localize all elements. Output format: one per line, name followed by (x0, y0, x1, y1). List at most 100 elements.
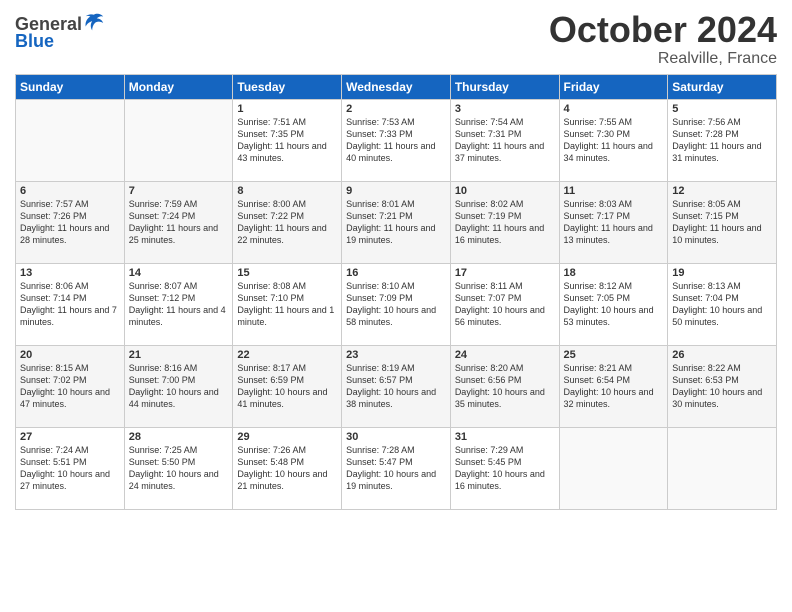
logo-bird-icon (83, 12, 105, 34)
table-row: 16Sunrise: 8:10 AMSunset: 7:09 PMDayligh… (342, 263, 451, 345)
day-number: 18 (564, 267, 664, 279)
day-number: 16 (346, 267, 446, 279)
table-row: 3Sunrise: 7:54 AMSunset: 7:31 PMDaylight… (450, 99, 559, 181)
logo: General Blue (15, 14, 105, 52)
day-number: 8 (237, 185, 337, 197)
day-details: Sunrise: 7:28 AMSunset: 5:47 PMDaylight:… (346, 444, 446, 493)
day-details: Sunrise: 7:55 AMSunset: 7:30 PMDaylight:… (564, 116, 664, 165)
day-number: 6 (20, 185, 120, 197)
calendar-week-row: 27Sunrise: 7:24 AMSunset: 5:51 PMDayligh… (16, 427, 777, 509)
day-details: Sunrise: 7:24 AMSunset: 5:51 PMDaylight:… (20, 444, 120, 493)
table-row: 9Sunrise: 8:01 AMSunset: 7:21 PMDaylight… (342, 181, 451, 263)
table-row: 28Sunrise: 7:25 AMSunset: 5:50 PMDayligh… (124, 427, 233, 509)
table-row: 23Sunrise: 8:19 AMSunset: 6:57 PMDayligh… (342, 345, 451, 427)
day-number: 20 (20, 349, 120, 361)
table-row: 2Sunrise: 7:53 AMSunset: 7:33 PMDaylight… (342, 99, 451, 181)
day-number: 7 (129, 185, 229, 197)
day-details: Sunrise: 8:13 AMSunset: 7:04 PMDaylight:… (672, 280, 772, 329)
day-details: Sunrise: 8:10 AMSunset: 7:09 PMDaylight:… (346, 280, 446, 329)
location: Realville, France (549, 50, 777, 68)
table-row: 11Sunrise: 8:03 AMSunset: 7:17 PMDayligh… (559, 181, 668, 263)
day-number: 17 (455, 267, 555, 279)
title-block: October 2024 Realville, France (549, 10, 777, 68)
day-details: Sunrise: 8:15 AMSunset: 7:02 PMDaylight:… (20, 362, 120, 411)
table-row (16, 99, 125, 181)
day-details: Sunrise: 8:11 AMSunset: 7:07 PMDaylight:… (455, 280, 555, 329)
day-number: 28 (129, 431, 229, 443)
table-row: 7Sunrise: 7:59 AMSunset: 7:24 PMDaylight… (124, 181, 233, 263)
day-number: 27 (20, 431, 120, 443)
table-row: 24Sunrise: 8:20 AMSunset: 6:56 PMDayligh… (450, 345, 559, 427)
table-row: 27Sunrise: 7:24 AMSunset: 5:51 PMDayligh… (16, 427, 125, 509)
day-number: 24 (455, 349, 555, 361)
day-number: 22 (237, 349, 337, 361)
day-number: 31 (455, 431, 555, 443)
table-row: 21Sunrise: 8:16 AMSunset: 7:00 PMDayligh… (124, 345, 233, 427)
day-number: 15 (237, 267, 337, 279)
table-row: 20Sunrise: 8:15 AMSunset: 7:02 PMDayligh… (16, 345, 125, 427)
day-details: Sunrise: 7:26 AMSunset: 5:48 PMDaylight:… (237, 444, 337, 493)
day-details: Sunrise: 8:22 AMSunset: 6:53 PMDaylight:… (672, 362, 772, 411)
table-row: 14Sunrise: 8:07 AMSunset: 7:12 PMDayligh… (124, 263, 233, 345)
col-tuesday: Tuesday (233, 74, 342, 99)
day-details: Sunrise: 8:08 AMSunset: 7:10 PMDaylight:… (237, 280, 337, 329)
day-number: 21 (129, 349, 229, 361)
day-number: 26 (672, 349, 772, 361)
day-details: Sunrise: 7:56 AMSunset: 7:28 PMDaylight:… (672, 116, 772, 165)
col-wednesday: Wednesday (342, 74, 451, 99)
day-details: Sunrise: 8:07 AMSunset: 7:12 PMDaylight:… (129, 280, 229, 329)
day-details: Sunrise: 8:20 AMSunset: 6:56 PMDaylight:… (455, 362, 555, 411)
calendar-week-row: 1Sunrise: 7:51 AMSunset: 7:35 PMDaylight… (16, 99, 777, 181)
day-details: Sunrise: 7:29 AMSunset: 5:45 PMDaylight:… (455, 444, 555, 493)
table-row: 5Sunrise: 7:56 AMSunset: 7:28 PMDaylight… (668, 99, 777, 181)
table-row (559, 427, 668, 509)
table-row: 30Sunrise: 7:28 AMSunset: 5:47 PMDayligh… (342, 427, 451, 509)
day-details: Sunrise: 8:01 AMSunset: 7:21 PMDaylight:… (346, 198, 446, 247)
day-details: Sunrise: 8:03 AMSunset: 7:17 PMDaylight:… (564, 198, 664, 247)
col-thursday: Thursday (450, 74, 559, 99)
day-number: 10 (455, 185, 555, 197)
table-row: 1Sunrise: 7:51 AMSunset: 7:35 PMDaylight… (233, 99, 342, 181)
table-row: 31Sunrise: 7:29 AMSunset: 5:45 PMDayligh… (450, 427, 559, 509)
page-container: General Blue October 2024 Realville, Fra… (0, 0, 792, 515)
day-number: 2 (346, 103, 446, 115)
day-number: 1 (237, 103, 337, 115)
day-details: Sunrise: 8:05 AMSunset: 7:15 PMDaylight:… (672, 198, 772, 247)
table-row: 15Sunrise: 8:08 AMSunset: 7:10 PMDayligh… (233, 263, 342, 345)
table-row: 25Sunrise: 8:21 AMSunset: 6:54 PMDayligh… (559, 345, 668, 427)
header: General Blue October 2024 Realville, Fra… (15, 10, 777, 68)
calendar-week-row: 6Sunrise: 7:57 AMSunset: 7:26 PMDaylight… (16, 181, 777, 263)
table-row: 12Sunrise: 8:05 AMSunset: 7:15 PMDayligh… (668, 181, 777, 263)
table-row: 6Sunrise: 7:57 AMSunset: 7:26 PMDaylight… (16, 181, 125, 263)
day-details: Sunrise: 8:19 AMSunset: 6:57 PMDaylight:… (346, 362, 446, 411)
table-row: 29Sunrise: 7:26 AMSunset: 5:48 PMDayligh… (233, 427, 342, 509)
day-number: 13 (20, 267, 120, 279)
day-number: 14 (129, 267, 229, 279)
table-row (124, 99, 233, 181)
day-number: 4 (564, 103, 664, 115)
day-details: Sunrise: 7:59 AMSunset: 7:24 PMDaylight:… (129, 198, 229, 247)
day-number: 11 (564, 185, 664, 197)
day-details: Sunrise: 8:21 AMSunset: 6:54 PMDaylight:… (564, 362, 664, 411)
table-row (668, 427, 777, 509)
col-friday: Friday (559, 74, 668, 99)
table-row: 18Sunrise: 8:12 AMSunset: 7:05 PMDayligh… (559, 263, 668, 345)
month-title: October 2024 (549, 10, 777, 50)
col-monday: Monday (124, 74, 233, 99)
table-row: 19Sunrise: 8:13 AMSunset: 7:04 PMDayligh… (668, 263, 777, 345)
day-details: Sunrise: 8:16 AMSunset: 7:00 PMDaylight:… (129, 362, 229, 411)
calendar-week-row: 13Sunrise: 8:06 AMSunset: 7:14 PMDayligh… (16, 263, 777, 345)
day-number: 19 (672, 267, 772, 279)
table-row: 8Sunrise: 8:00 AMSunset: 7:22 PMDaylight… (233, 181, 342, 263)
day-details: Sunrise: 7:25 AMSunset: 5:50 PMDaylight:… (129, 444, 229, 493)
day-number: 3 (455, 103, 555, 115)
day-details: Sunrise: 8:02 AMSunset: 7:19 PMDaylight:… (455, 198, 555, 247)
col-sunday: Sunday (16, 74, 125, 99)
day-details: Sunrise: 7:53 AMSunset: 7:33 PMDaylight:… (346, 116, 446, 165)
col-saturday: Saturday (668, 74, 777, 99)
table-row: 10Sunrise: 8:02 AMSunset: 7:19 PMDayligh… (450, 181, 559, 263)
table-row: 13Sunrise: 8:06 AMSunset: 7:14 PMDayligh… (16, 263, 125, 345)
day-number: 5 (672, 103, 772, 115)
table-row: 17Sunrise: 8:11 AMSunset: 7:07 PMDayligh… (450, 263, 559, 345)
day-number: 23 (346, 349, 446, 361)
